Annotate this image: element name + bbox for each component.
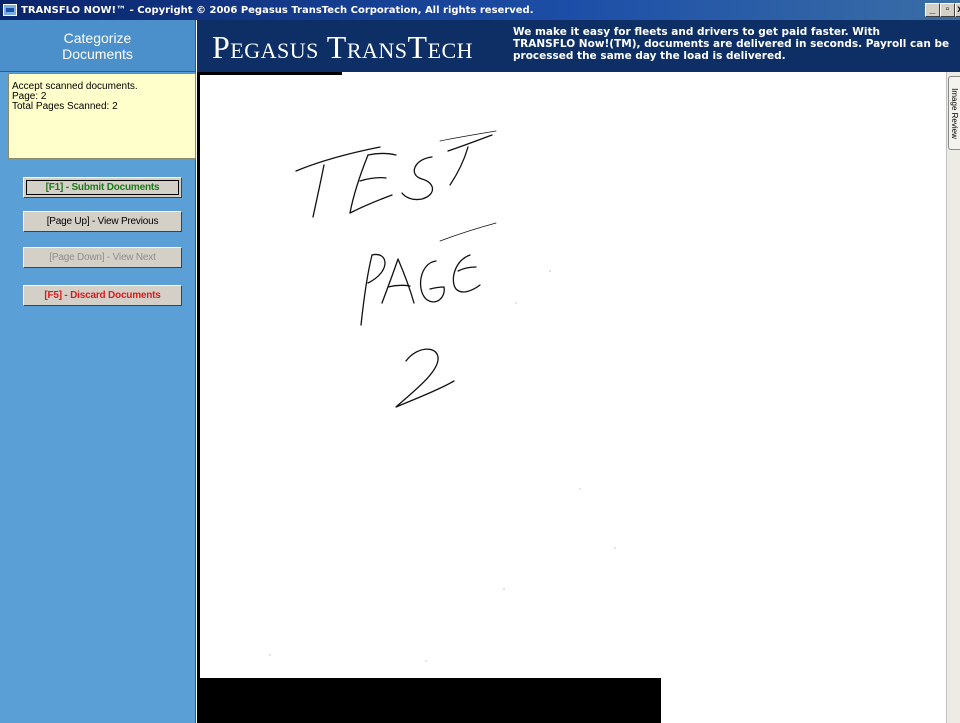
right-side-rail: [946, 72, 960, 723]
sidebar-header: Categorize Documents: [0, 20, 195, 72]
view-previous-button[interactable]: [Page Up] - View Previous: [23, 211, 182, 232]
tagline-line3: processed the same day the load is deliv…: [513, 50, 786, 62]
sidebar: Categorize Documents Accept scanned docu…: [0, 20, 196, 723]
minimize-button[interactable]: _: [925, 3, 940, 17]
image-review-tab[interactable]: Image Review: [948, 76, 960, 150]
banner-tagline: We make it easy for fleets and drivers t…: [513, 26, 960, 62]
tagline-line1: We make it easy for fleets and drivers t…: [513, 26, 880, 38]
window-title: TRANSFLO NOW!™ - Copyright © 2006 Pegasu…: [21, 4, 534, 16]
close-button[interactable]: x: [955, 3, 960, 17]
tagline-line2: TRANSFLO Now!(TM), documents are deliver…: [513, 38, 950, 50]
status-total-pages: Total Pages Scanned: 2: [12, 101, 118, 112]
app-icon[interactable]: [3, 4, 17, 16]
scanned-page: [200, 75, 946, 678]
handwritten-test-page-2: [269, 130, 616, 662]
restore-button[interactable]: ▫: [940, 3, 955, 17]
sidebar-title-line2: Documents: [62, 45, 133, 62]
discard-documents-button[interactable]: [F5] - Discard Documents: [23, 285, 182, 306]
brand-logo: Pegasus TransTech: [212, 29, 474, 65]
document-preview[interactable]: [197, 72, 946, 723]
window-title-bar[interactable]: TRANSFLO NOW!™ - Copyright © 2006 Pegasu…: [0, 0, 960, 20]
scan-border-bottom: [197, 678, 661, 723]
header-banner: Pegasus TransTech We make it easy for fl…: [197, 20, 960, 72]
view-next-button: [Page Down] - View Next: [23, 247, 182, 268]
status-info-box: Accept scanned documents. Page: 2 Total …: [8, 73, 196, 159]
image-review-tab-label: Image Review: [950, 87, 959, 139]
submit-documents-button[interactable]: [F1] - Submit Documents: [23, 177, 182, 198]
sidebar-title-line1: Categorize: [63, 29, 132, 46]
